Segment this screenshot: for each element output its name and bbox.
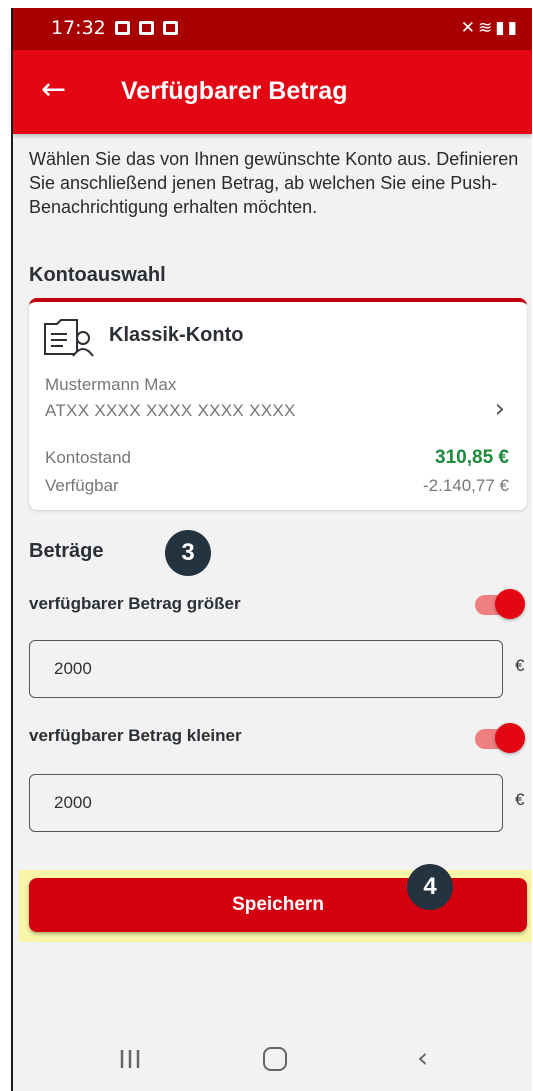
account-owner: Mustermann Max (45, 375, 177, 394)
step-badge-3: 3 (165, 530, 211, 576)
back-nav-icon[interactable]: ‹ (417, 1041, 428, 1074)
app-bar: ← Verfügbarer Betrag (13, 50, 532, 134)
available-value: -2.140,77 € (422, 476, 509, 495)
page-title: Verfügbarer Betrag (121, 77, 348, 105)
account-name: Klassik-Konto (109, 324, 244, 346)
battery-icon: ▮ (507, 18, 520, 38)
system-nav-bar: ‹ (13, 1027, 532, 1091)
phone-screen: 17:32 ✕≋▮▮ ← Verfügbarer Betrag Wählen S… (11, 8, 532, 1091)
chevron-right-icon[interactable]: › (495, 394, 505, 424)
less-currency: € (515, 790, 525, 809)
step-badge-4: 4 (407, 864, 453, 910)
mute-icon: ✕ (460, 18, 479, 38)
available-label: Verfügbar (45, 476, 119, 495)
less-amount-toggle[interactable] (475, 723, 525, 753)
message-icon (139, 21, 154, 35)
wifi-icon: ≋ (478, 18, 496, 38)
arrow-left-icon[interactable]: ← (41, 72, 66, 108)
check-icon (163, 21, 178, 35)
greater-amount-toggle[interactable] (475, 589, 525, 619)
account-card[interactable]: Klassik-Konto Mustermann Max ATXX XXXX X… (29, 298, 527, 510)
toggle-thumb (495, 589, 525, 619)
greater-amount-label: verfügbarer Betrag größer (29, 594, 241, 613)
account-document-icon (44, 319, 94, 357)
intro-text: Wählen Sie das von Ihnen gewünschte Kont… (29, 149, 519, 217)
greater-amount-field[interactable] (29, 640, 503, 698)
greater-amount-input[interactable] (30, 641, 502, 697)
less-amount-label: verfügbarer Betrag kleiner (29, 726, 242, 745)
toggle-thumb (495, 723, 525, 753)
signal-icon: ▮ (495, 18, 508, 38)
amounts-section-title: Beträge (29, 540, 104, 562)
save-highlight: Speichern (19, 870, 532, 942)
less-amount-field[interactable] (29, 774, 503, 832)
account-section-title: Kontoauswahl (29, 264, 166, 286)
status-time: 17:32 (51, 17, 106, 39)
less-amount-input[interactable] (30, 775, 502, 831)
balance-label: Kontostand (45, 448, 132, 467)
status-bar: 17:32 ✕≋▮▮ (13, 8, 532, 50)
recent-apps-icon[interactable] (119, 1049, 141, 1069)
greater-currency: € (515, 656, 525, 675)
home-icon[interactable] (263, 1047, 287, 1071)
account-iban: ATXX XXXX XXXX XXXX XXXX (45, 401, 296, 420)
image-icon (115, 21, 130, 35)
status-right-icons: ✕≋▮▮ (461, 18, 520, 38)
balance-value: 310,85 € (435, 447, 509, 468)
